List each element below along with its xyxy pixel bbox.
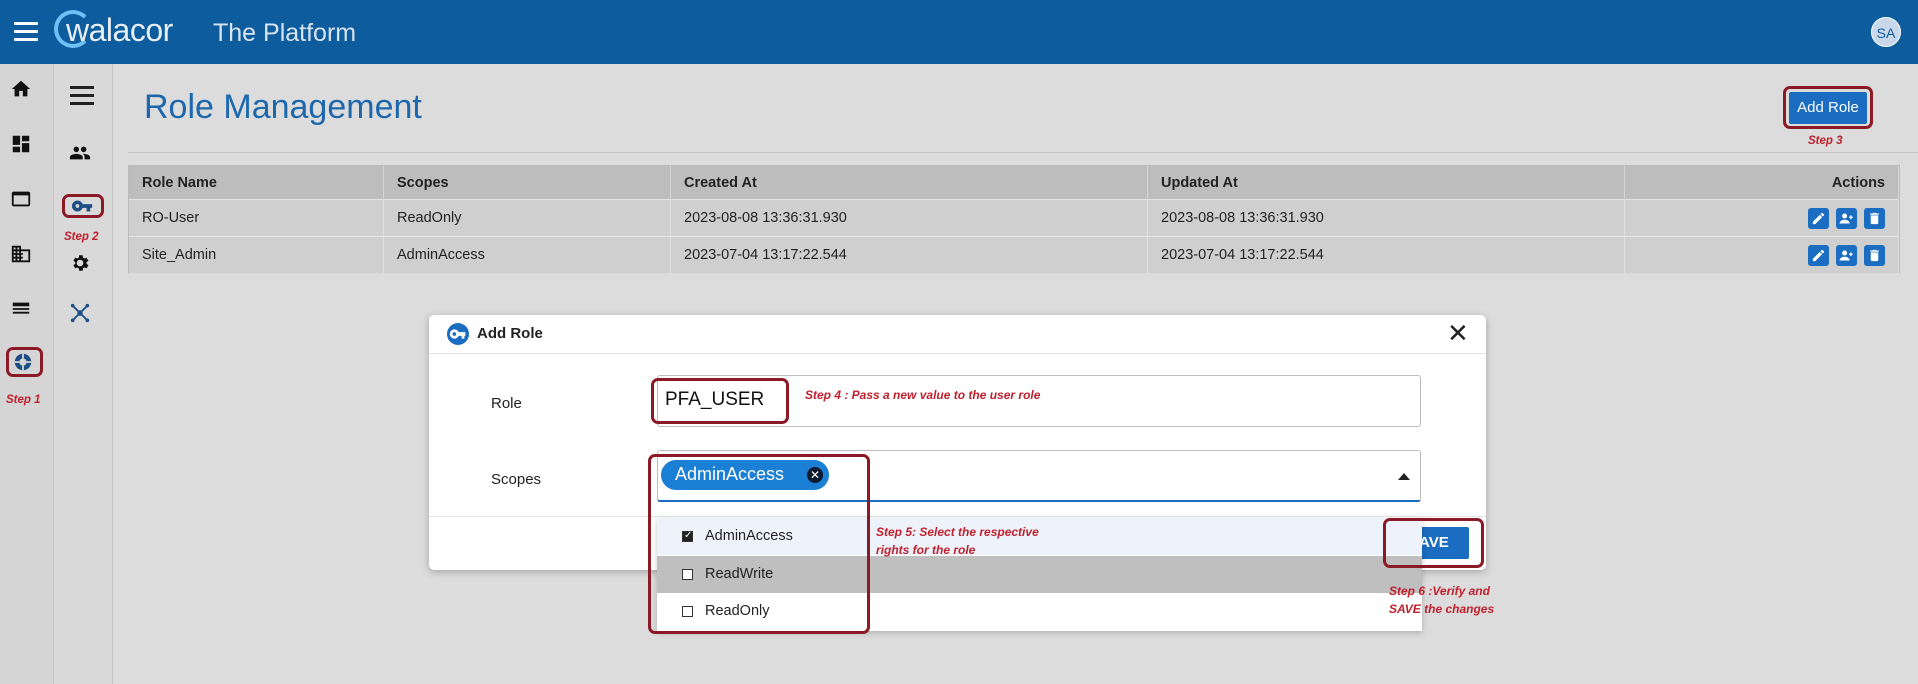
step4-annotation: Step 4 : Pass a new value to the user ro… [805,388,1041,402]
step2-label: Step 2 [64,231,99,243]
cell-role-name: RO-User [129,199,384,237]
table-row[interactable]: Site_Admin AdminAccess 2023-07-04 13:17:… [129,236,1899,273]
page-title: Role Management [144,88,422,126]
step3-label: Step 3 [1808,135,1843,147]
app-title: The Platform [213,19,357,47]
cell-created-at: 2023-07-04 13:17:22.544 [670,236,1148,273]
column-header[interactable]: Role Name [129,166,384,200]
step6-annotation-line1: Step 6 :Verify and [1389,584,1490,598]
secondary-sidebar: Step 2 [54,64,113,684]
step5-highlight [648,454,870,634]
logo-text: walacor [66,12,173,48]
scopes-label: Scopes [491,471,542,488]
column-header[interactable]: Updated At [1147,166,1625,200]
dialog-divider [429,516,1486,517]
dialog-header: Add Role ✕ [429,315,1486,354]
dropdown-arrow-icon[interactable] [1398,473,1410,480]
step5-annotation-line1: Step 5: Select the respective [876,525,1039,539]
primary-sidebar: Step 1 [0,64,54,684]
edit-icon[interactable] [1808,207,1829,229]
delete-icon[interactable] [1864,207,1885,229]
key-icon [447,323,469,345]
assign-users-icon[interactable] [1836,207,1857,229]
cell-actions [1624,236,1899,273]
window-icon[interactable] [10,188,32,210]
key-icon[interactable] [71,195,93,217]
column-header: Actions [1624,166,1899,200]
role-label: Role [491,395,522,412]
menu-icon[interactable] [14,22,38,42]
cell-actions [1624,199,1899,237]
step6-highlight [1383,518,1484,568]
list-icon[interactable] [10,298,32,320]
table-header-row: Role Name Scopes Created At Updated At A… [129,166,1899,200]
cell-scopes: AdminAccess [383,236,671,273]
gear-icon[interactable] [69,252,91,274]
avatar[interactable]: SA [1871,17,1901,47]
step6-annotation-line2: SAVE the changes [1389,602,1495,616]
top-bar: walacor The Platform SA [0,0,1918,64]
delete-icon[interactable] [1864,244,1885,266]
table-row[interactable]: RO-User ReadOnly 2023-08-08 13:36:31.930… [129,199,1899,237]
edit-icon[interactable] [1808,244,1829,266]
cell-role-name: Site_Admin [129,236,384,273]
building-icon[interactable] [10,243,32,265]
cell-created-at: 2023-08-08 13:36:31.930 [670,199,1148,237]
column-header[interactable]: Scopes [383,166,671,200]
home-icon[interactable] [10,78,32,100]
assign-users-icon[interactable] [1836,244,1857,266]
header-divider [128,152,1918,153]
dialog-title: Add Role [477,325,543,342]
people-icon[interactable] [69,142,91,164]
network-icon[interactable] [69,302,91,324]
roles-table: Role Name Scopes Created At Updated At A… [128,165,1900,273]
add-role-button[interactable]: Add Role [1789,92,1867,124]
step1-label: Step 1 [6,394,41,406]
close-icon[interactable]: ✕ [1447,320,1469,346]
dashboard-icon[interactable] [10,133,32,155]
cell-updated-at: 2023-07-04 13:17:22.544 [1147,236,1625,273]
step5-annotation-line2: rights for the role [876,543,976,557]
menu-icon[interactable] [70,86,94,105]
column-header[interactable]: Created At [670,166,1148,200]
settings-globe-icon[interactable] [12,351,34,373]
step4-highlight [651,378,789,424]
cell-updated-at: 2023-08-08 13:36:31.930 [1147,199,1625,237]
cell-scopes: ReadOnly [383,199,671,237]
